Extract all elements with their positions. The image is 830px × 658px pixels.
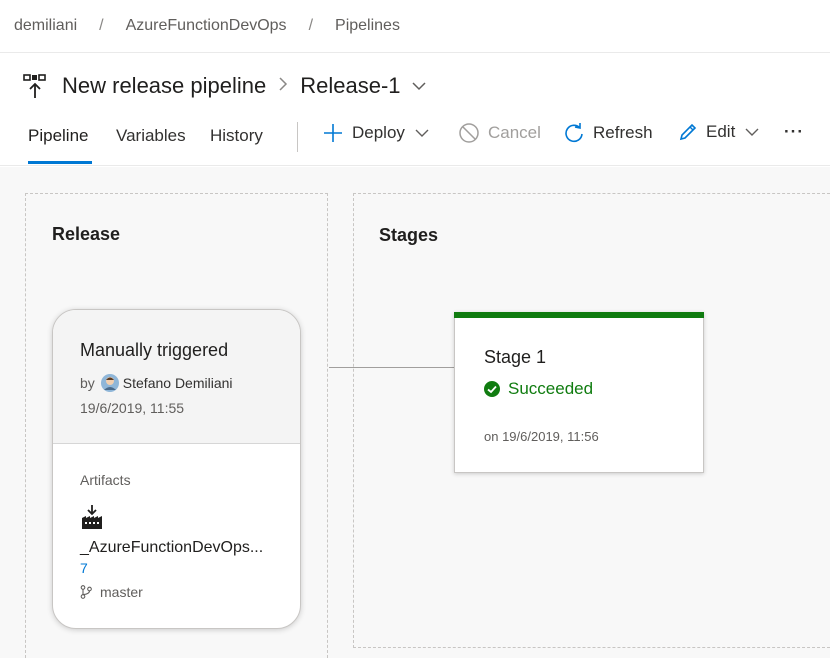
deploy-label: Deploy [352, 123, 405, 142]
breadcrumb-project[interactable]: AzureFunctionDevOps [126, 17, 287, 35]
active-tab-indicator [28, 161, 92, 164]
build-artifact-icon [82, 505, 102, 529]
stage-time: on 19/6/2019, 11:56 [484, 429, 599, 444]
release-trigger: Manually triggered [80, 340, 229, 360]
plus-icon [324, 124, 342, 142]
stage-status: Succeeded [484, 379, 593, 399]
breadcrumb-separator: / [308, 17, 314, 34]
avatar[interactable] [100, 374, 119, 392]
branch-name: master [100, 584, 143, 600]
edit-button[interactable]: Edit [678, 122, 767, 142]
release-title[interactable]: Release-1 [300, 73, 400, 99]
artifact-name[interactable]: _AzureFunctionDevOps... [80, 539, 263, 557]
edit-label: Edit [706, 122, 736, 141]
stage-status-bar [454, 312, 704, 318]
stage-status-label: Succeeded [508, 379, 594, 398]
user-name[interactable]: Stefano Demiliani [123, 375, 233, 391]
refresh-button[interactable]: Refresh [563, 122, 653, 144]
artifact-version-link[interactable]: 7 [80, 560, 88, 576]
release-date: 19/6/2019, 11:55 [80, 400, 185, 416]
stages-panel-title: Stages [379, 225, 439, 245]
release-pipeline-icon [23, 74, 46, 98]
refresh-label: Refresh [593, 123, 653, 142]
chevron-right-icon [278, 76, 288, 97]
breadcrumb-separator: / [99, 17, 104, 34]
cancel-label: Cancel [488, 123, 541, 142]
artifacts-label: Artifacts [80, 472, 131, 488]
tab-bar: Pipeline Variables History Deploy Cancel… [0, 118, 830, 166]
cancel-button[interactable]: Cancel [458, 122, 541, 144]
release-card[interactable]: Manually triggered by Stefano Demiliani … [52, 309, 301, 629]
by-label: by [80, 375, 95, 391]
chevron-down-icon [745, 128, 759, 136]
pipeline-canvas: Release Stages Manually triggered by Ste… [0, 167, 830, 658]
cancel-icon [459, 123, 479, 143]
release-author: by Stefano Demiliani [80, 374, 233, 392]
chevron-down-icon[interactable] [411, 81, 427, 91]
git-branch-icon [80, 585, 92, 599]
tab-variables[interactable]: Variables [116, 126, 186, 146]
check-circle-icon [484, 381, 500, 397]
breadcrumb-org[interactable]: demiliani [14, 17, 77, 35]
stage-card[interactable]: Stage 1 Succeeded on 19/6/2019, 11:56 [454, 312, 704, 473]
pencil-icon [679, 123, 697, 141]
stage-name: Stage 1 [484, 347, 547, 367]
artifact-branch: master [80, 584, 143, 600]
tab-pipeline[interactable]: Pipeline [28, 126, 89, 146]
breadcrumb: demiliani / AzureFunctionDevOps / Pipeli… [0, 0, 830, 53]
tab-history[interactable]: History [210, 126, 263, 146]
breadcrumb-pipelines[interactable]: Pipelines [335, 17, 400, 35]
deploy-button[interactable]: Deploy [322, 122, 437, 144]
page-header: New release pipeline Release-1 [22, 68, 427, 104]
refresh-icon [565, 123, 583, 143]
toolbar-divider [297, 122, 298, 152]
stage-connector [329, 367, 455, 368]
more-actions-button[interactable]: ··· [784, 122, 804, 142]
chevron-down-icon [415, 129, 429, 137]
release-panel-title: Release [52, 224, 121, 244]
pipeline-title[interactable]: New release pipeline [62, 73, 266, 99]
